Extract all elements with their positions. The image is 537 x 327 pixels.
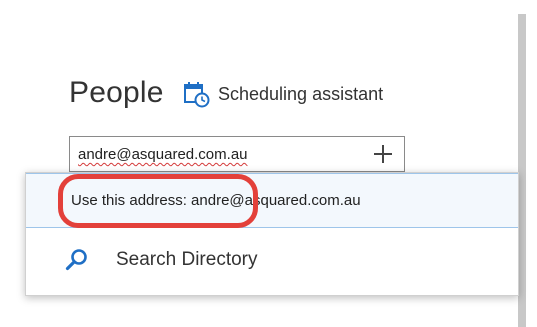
- panel-divider: [518, 14, 526, 327]
- scheduling-assistant-button[interactable]: Scheduling assistant: [182, 79, 383, 109]
- calendar-clock-icon: [184, 82, 210, 108]
- attendee-input[interactable]: andre@asquared.com.au: [69, 136, 405, 172]
- search-directory-label: Search Directory: [116, 249, 258, 270]
- search-directory-option[interactable]: Search Directory: [26, 235, 518, 285]
- plus-icon[interactable]: [372, 143, 394, 165]
- use-this-address-option[interactable]: Use this address: andre@asquared.com.au: [26, 173, 518, 228]
- people-heading: People: [69, 76, 164, 109]
- scheduling-assistant-label: Scheduling assistant: [218, 83, 384, 104]
- scheduling-form: People Scheduling assistant andre@asquar…: [0, 0, 537, 327]
- use-this-address-label: Use this address: andre@asquared.com.au: [71, 192, 361, 209]
- attendee-input-value: andre@asquared.com.au: [78, 146, 248, 163]
- search-icon: [65, 249, 87, 271]
- attendee-suggestions-dropdown: Use this address: andre@asquared.com.au …: [25, 172, 519, 296]
